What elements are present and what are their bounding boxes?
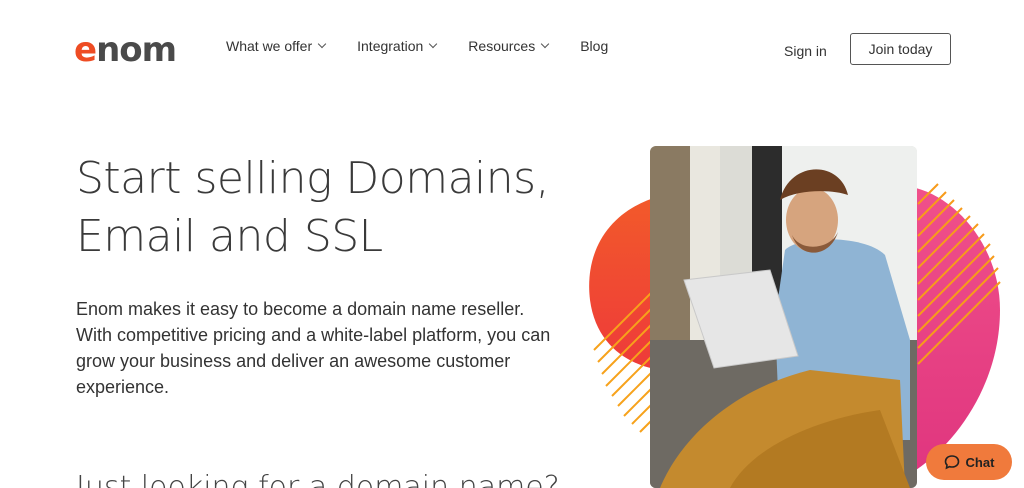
sign-in-link[interactable]: Sign in	[784, 43, 827, 59]
hero-title-line-2: Email and SSL	[76, 211, 383, 262]
main-nav: What we offer Integration Resources Blog	[226, 38, 608, 54]
domain-search-heading: Just looking for a domain name?	[76, 470, 560, 488]
hero-title-line-1: Start selling Domains,	[76, 153, 550, 204]
hero-title: Start selling Domains, Email and SSL	[76, 150, 596, 266]
join-today-button[interactable]: Join today	[850, 33, 951, 65]
nav-label: Blog	[580, 38, 609, 54]
hero-illustration	[580, 140, 1024, 488]
nav-what-we-offer[interactable]: What we offer	[226, 38, 327, 54]
nav-integration[interactable]: Integration	[357, 38, 438, 54]
nav-blog[interactable]: Blog	[580, 38, 608, 54]
nav-resources[interactable]: Resources	[468, 38, 550, 54]
chat-button[interactable]: Chat	[926, 444, 1012, 480]
enom-logo[interactable]: enom	[74, 30, 177, 70]
chat-bubble-icon	[944, 455, 959, 470]
chevron-down-icon	[429, 39, 438, 49]
man-with-laptop-photo	[650, 146, 917, 488]
chat-label: Chat	[965, 454, 995, 470]
nav-label: Integration	[357, 38, 424, 54]
chevron-down-icon	[317, 39, 327, 49]
chevron-down-icon	[540, 39, 550, 49]
nav-label: What we offer	[226, 38, 313, 54]
hero-description: Enom makes it easy to become a domain na…	[76, 299, 551, 397]
nav-label: Resources	[468, 38, 536, 54]
